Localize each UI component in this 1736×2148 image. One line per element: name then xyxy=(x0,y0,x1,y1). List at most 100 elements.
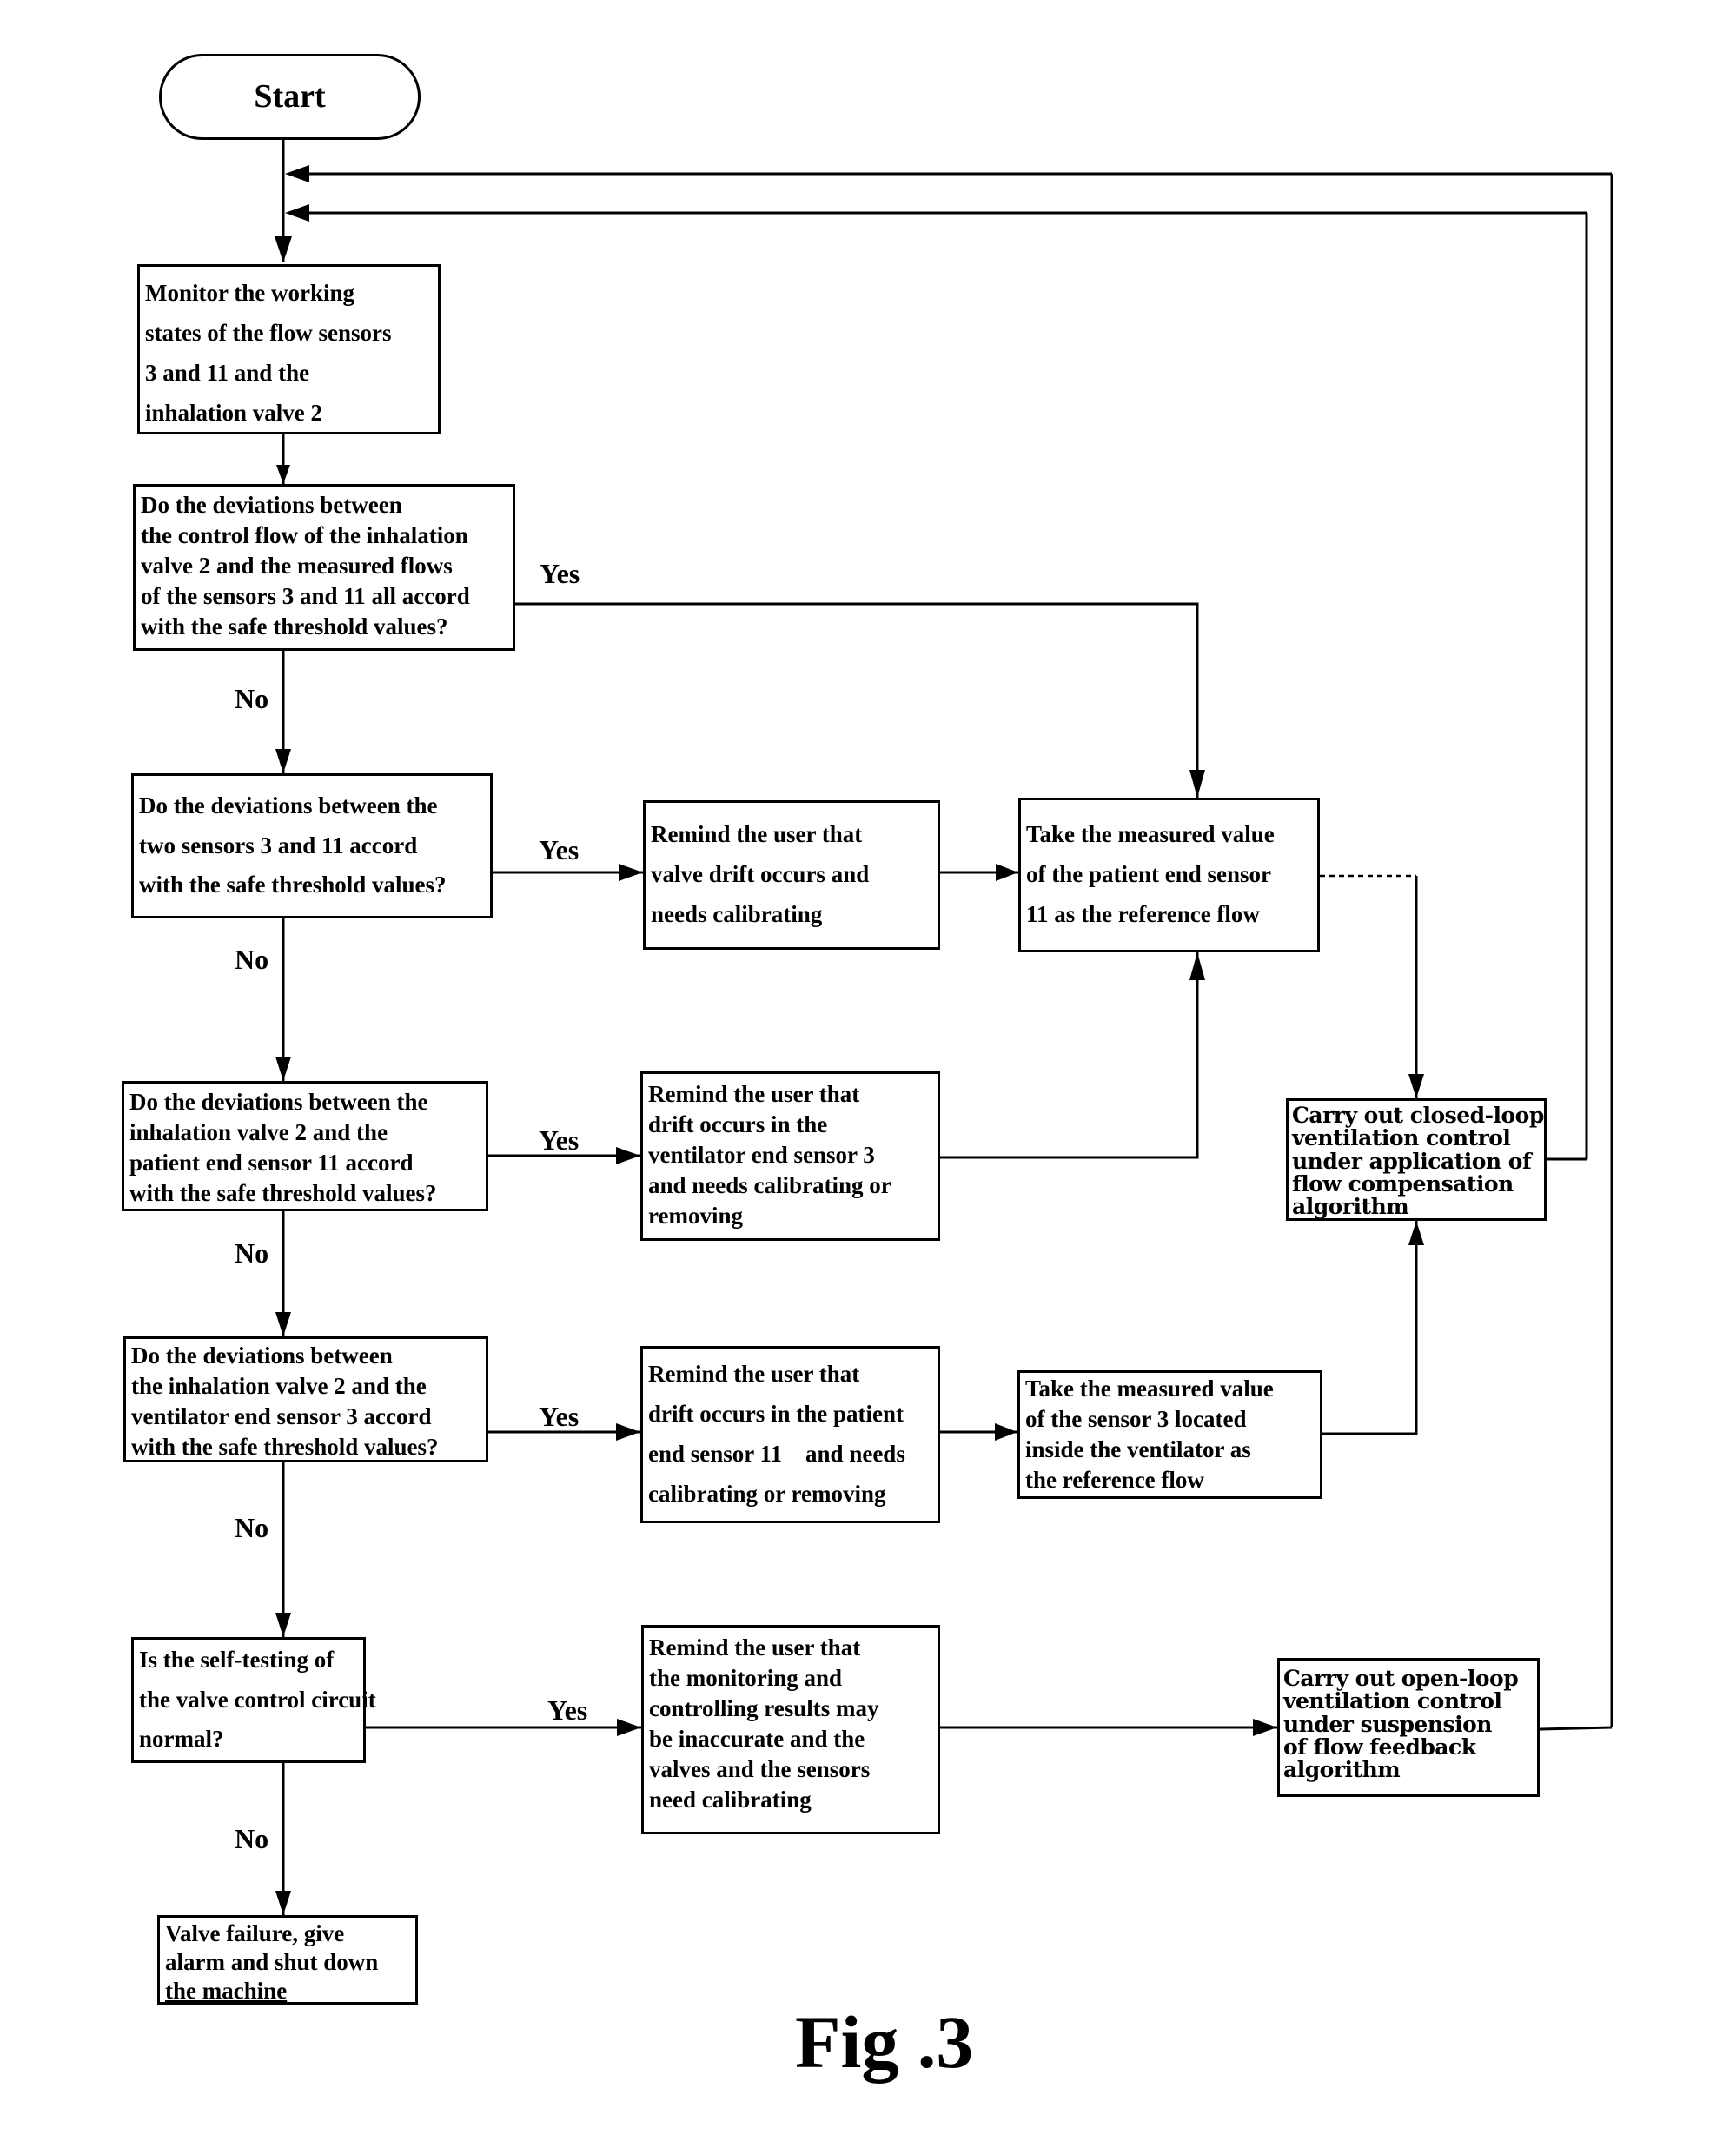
edge-openloop-return-stub xyxy=(1539,1726,1613,1731)
arrowhead-valve-failure xyxy=(275,1891,291,1915)
arrowhead-remind-inaccurate xyxy=(617,1719,641,1736)
monitor-process: Monitor the working states of the flow s… xyxy=(137,264,441,434)
arrowhead-closed-loop xyxy=(1408,1074,1424,1098)
arrowhead-open-loop xyxy=(1253,1719,1277,1736)
text-line: the control flow of the inhalation xyxy=(141,522,468,549)
arrowhead-decision3 xyxy=(275,1057,291,1081)
take-patient-sensor-reference: Take the measured value of the patient e… xyxy=(1018,798,1320,952)
text-line: valves and the sensors xyxy=(649,1756,871,1783)
remind-ventilator-sensor-drift: Remind the user that drift occurs in the… xyxy=(640,1071,940,1241)
text-line: Carry out open-loop xyxy=(1283,1666,1519,1691)
decision5-no-label: No xyxy=(235,1823,269,1854)
edge-take3-closed xyxy=(1322,1221,1418,1435)
text-line: patient end sensor 11 accord xyxy=(129,1150,414,1177)
text-line: algorithm xyxy=(1283,1757,1401,1782)
arrowhead-decision2 xyxy=(275,749,291,773)
open-loop-control: Carry out open-loop ventilation control … xyxy=(1277,1658,1540,1797)
text-line: Take the measured value xyxy=(1026,821,1275,848)
text-line: ventilation control xyxy=(1292,1125,1511,1151)
text-line: Do the deviations between the xyxy=(139,792,438,819)
remind-valve-drift: Remind the user that valve drift occurs … xyxy=(643,800,940,950)
text-line: Do the deviations between xyxy=(131,1342,393,1369)
text-line: Is the self-testing of xyxy=(139,1646,335,1673)
text-line: of the sensors 3 and 11 all accord xyxy=(141,583,470,610)
decision2-no-label: No xyxy=(235,944,269,975)
text-line: calibrating or removing xyxy=(648,1480,886,1507)
edge-remind-vent-take xyxy=(940,952,1199,1159)
figure-caption: Fig .3 xyxy=(795,2000,974,2084)
text-line: and needs calibrating or xyxy=(648,1172,891,1199)
text-line: flow compensation xyxy=(1292,1170,1514,1197)
arrowhead-monitor xyxy=(275,236,292,262)
arrowhead-take-patient-2 xyxy=(996,864,1018,881)
remind-inaccurate-results: Remind the user that the monitoring and … xyxy=(641,1625,940,1834)
edge-decision1-yes xyxy=(515,602,1199,798)
text-line: Take the measured value xyxy=(1025,1375,1274,1402)
text-line: with the safe threshold values? xyxy=(139,872,447,898)
decision5-yes-label: Yes xyxy=(547,1694,588,1726)
arrowhead-decision1 xyxy=(276,465,290,484)
start-label: Start xyxy=(254,77,326,115)
remind-patient-sensor-drift: Remind the user that drift occurs in the… xyxy=(640,1346,940,1523)
text-line: the monitoring and xyxy=(649,1665,843,1692)
text-line: two sensors 3 and 11 accord xyxy=(139,832,418,859)
text-line: Monitor the working xyxy=(145,280,354,306)
text-line: end sensor 11 and needs xyxy=(648,1441,905,1467)
text-line: the inhalation valve 2 and the xyxy=(131,1373,427,1400)
text-line: states of the flow sensors xyxy=(145,319,392,346)
text-line: 3 and 11 and the xyxy=(145,359,310,386)
decision3-yes-label: Yes xyxy=(539,1124,580,1156)
valve-failure-shutdown: Valve failure, give alarm and shut down … xyxy=(157,1915,418,2005)
text-line: be inaccurate and the xyxy=(649,1726,865,1753)
take-sensor3-reference: Take the measured value of the sensor 3 … xyxy=(1017,1370,1322,1499)
text-line: Valve failure, give xyxy=(165,1920,345,1946)
text-line: inhalation valve 2 xyxy=(145,399,323,426)
text-line: under application of xyxy=(1292,1148,1532,1174)
text-line: alarm and shut down xyxy=(165,1948,379,1975)
decision-valve-ventilator-sensor: Do the deviations between the inhalation… xyxy=(123,1336,488,1462)
text-line: valve 2 and the measured flows xyxy=(141,553,453,580)
text-line: Remind the user that xyxy=(651,821,863,848)
text-line: the reference flow xyxy=(1025,1467,1204,1494)
text-line: of the sensor 3 located xyxy=(1025,1405,1247,1432)
arrowhead-remind-valve xyxy=(619,864,643,881)
text-line: under suspension xyxy=(1283,1711,1492,1737)
text-line: with the safe threshold values? xyxy=(131,1434,439,1461)
decision-two-sensors-threshold: Do the deviations between the two sensor… xyxy=(131,773,493,918)
decision1-yes-label: Yes xyxy=(540,558,580,589)
decision-valve-patient-sensor: Do the deviations between the inhalation… xyxy=(122,1081,488,1211)
decision-all-sensors-threshold: Do the deviations between the control fl… xyxy=(133,484,515,651)
arrowhead-return-2 xyxy=(285,204,309,222)
decision2-yes-label: Yes xyxy=(539,834,580,865)
text-line: Do the deviations between xyxy=(141,492,402,518)
text-line: 11 as the reference flow xyxy=(1026,900,1260,927)
text-line: needs calibrating xyxy=(651,900,823,927)
text-line: drift occurs in the xyxy=(648,1111,828,1138)
decision3-no-label: No xyxy=(235,1237,269,1269)
arrowhead-take-patient xyxy=(1189,770,1205,798)
text-line: ventilator end sensor 3 accord xyxy=(131,1403,432,1430)
text-line: Remind the user that xyxy=(648,1361,860,1388)
text-line: with the safe threshold values? xyxy=(129,1180,437,1207)
text-line: of flow feedback xyxy=(1283,1734,1476,1760)
arrowhead-remind-vent xyxy=(616,1147,640,1164)
text-line: valve drift occurs and xyxy=(651,861,870,888)
start-terminal: Start xyxy=(159,54,421,140)
text-line: Remind the user that xyxy=(648,1081,860,1107)
text-line: the machine xyxy=(165,1977,288,2004)
text-line: Carry out closed-loop xyxy=(1292,1103,1544,1128)
arrowhead-decision5 xyxy=(275,1613,291,1637)
arrowhead-closed-loop-2 xyxy=(1408,1221,1424,1245)
text-line: drift occurs in the patient xyxy=(648,1401,904,1428)
text-line: need calibrating xyxy=(649,1787,812,1813)
text-line: Remind the user that xyxy=(649,1634,861,1661)
arrowhead-take-patient-3 xyxy=(1189,952,1205,980)
text-line: ventilation control xyxy=(1283,1688,1502,1714)
text-line: controlling results may xyxy=(649,1695,879,1722)
closed-loop-control: Carry out closed-loop ventilation contro… xyxy=(1286,1098,1547,1221)
text-line: algorithm xyxy=(1292,1194,1409,1219)
text-line: inhalation valve 2 and the xyxy=(129,1119,388,1146)
decision-self-test: Is the self-testing of the valve control… xyxy=(131,1637,376,1763)
arrowhead-take-sensor3 xyxy=(995,1423,1017,1441)
text-line: inside the ventilator as xyxy=(1025,1436,1251,1462)
